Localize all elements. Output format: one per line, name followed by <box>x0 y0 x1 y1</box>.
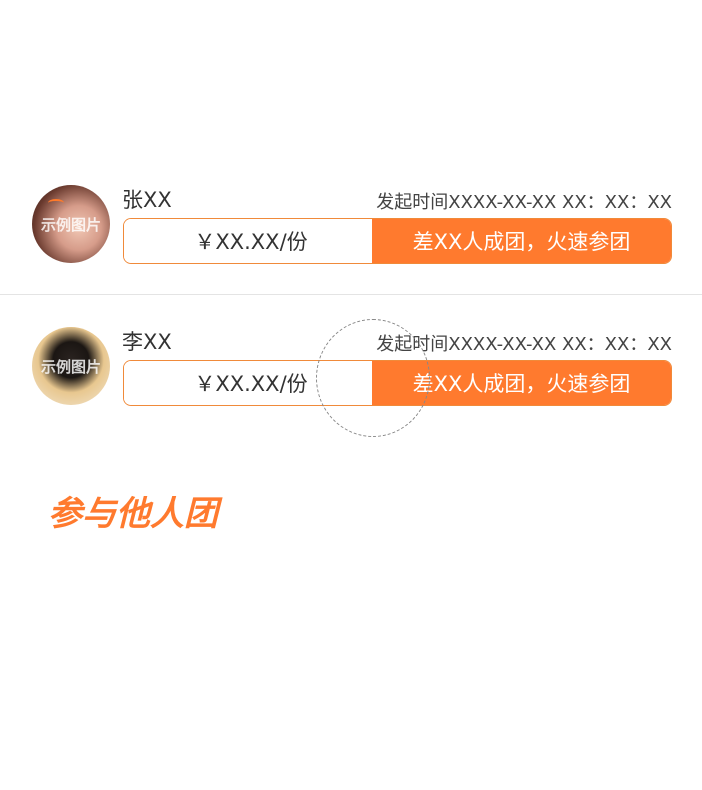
group-join-pill: ￥XX.XX/份 差XX人成团，火速参团 <box>123 218 672 264</box>
initiator-name: 张XX <box>122 188 172 212</box>
start-time: 发起时间XXXX-XX-XX XX：XX：XX <box>376 192 672 213</box>
avatar-watermark: 示例图片 <box>40 358 101 376</box>
avatar: 示例图片 <box>32 327 110 405</box>
avatar: 示例图片 <box>32 185 110 263</box>
decorative-mark-icon <box>48 199 64 207</box>
group-buy-page: 示例图片 张XX 发起时间XXXX-XX-XX XX：XX：XX ￥XX.XX/… <box>0 0 702 790</box>
group-row: 示例图片 张XX 发起时间XXXX-XX-XX XX：XX：XX ￥XX.XX/… <box>0 180 702 280</box>
join-group-button[interactable]: 差XX人成团，火速参团 <box>372 219 671 263</box>
divider <box>0 294 702 295</box>
join-others-title: 参与他人团 <box>48 494 218 534</box>
initiator-name: 李XX <box>122 330 172 354</box>
avatar-watermark: 示例图片 <box>40 216 101 234</box>
tap-indicator <box>316 319 430 437</box>
group-price: ￥XX.XX/份 <box>124 219 372 263</box>
